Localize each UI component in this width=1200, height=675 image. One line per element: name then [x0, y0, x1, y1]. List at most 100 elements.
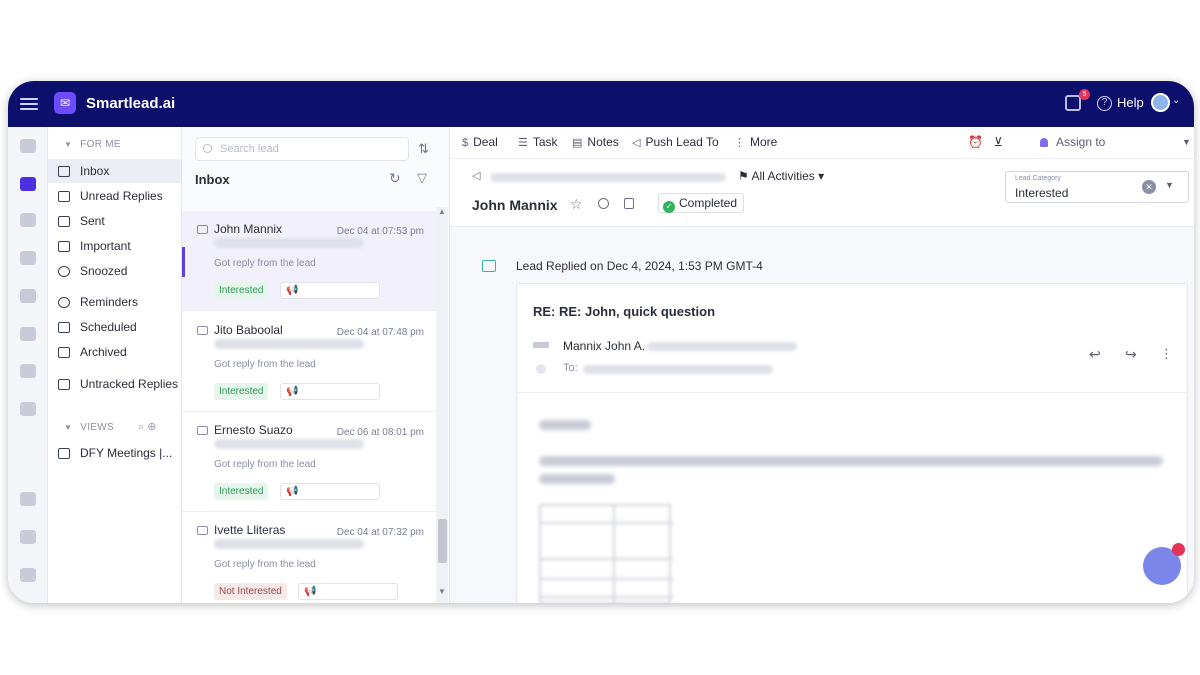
star-icon[interactable]: ☆ [570, 196, 583, 213]
database-icon[interactable] [20, 402, 36, 416]
sidebar-item-inbox[interactable]: Inbox [48, 159, 181, 183]
sort-icon[interactable]: ⇅ [418, 141, 429, 157]
info-icon[interactable] [598, 198, 609, 209]
more-vertical-icon[interactable]: ⋮ [1160, 346, 1173, 362]
gift-icon[interactable] [1065, 95, 1081, 111]
task-icon: ☰ [518, 137, 528, 149]
forward-icon[interactable]: ↪ [1125, 346, 1137, 363]
lead-date: Dec 04 at 07:32 pm [336, 527, 424, 538]
scroll-up-icon[interactable]: ▲ [438, 207, 446, 216]
inbox-icon [58, 165, 70, 177]
lead-item[interactable]: Ernesto Suazo Dec 06 at 08:01 pm Got rep… [182, 412, 436, 512]
snooze-alarm-icon[interactable]: ⏰ [968, 135, 983, 149]
sidebar-item-important[interactable]: Important [48, 234, 181, 258]
campaign-icon[interactable] [20, 139, 36, 153]
inbox-nav-icon[interactable] [20, 177, 36, 191]
crm-icon[interactable] [20, 213, 36, 227]
more-button[interactable]: ⋮ More [734, 135, 777, 149]
view-icon [58, 447, 70, 459]
envelope-icon [197, 526, 208, 535]
task-button[interactable]: ☰ Task [518, 135, 558, 149]
activity-event: Lead Replied on Dec 4, 2024, 1:53 PM GMT… [516, 259, 763, 273]
bolt-icon[interactable] [20, 327, 36, 341]
unread-icon [58, 190, 70, 202]
lead-item[interactable]: Jito Baboolal Dec 04 at 07:48 pm Got rep… [182, 312, 436, 412]
sidebar-item-scheduled[interactable]: Scheduled [48, 315, 181, 339]
deal-button[interactable]: $ Deal [462, 135, 498, 149]
lead-snippet: Got reply from the lead [214, 258, 316, 269]
megaphone-icon: 📢 [286, 285, 299, 296]
lead-item[interactable]: John Mannix Dec 04 at 07:53 pm Got reply… [182, 211, 436, 311]
email-card: RE: RE: John, quick question Mannix John… [516, 283, 1188, 603]
envelope-icon [197, 326, 208, 335]
scroll-down-icon[interactable]: ▼ [438, 587, 446, 596]
sidebar-item-archived[interactable]: Archived [48, 340, 181, 364]
lead-category-select[interactable]: Lead Category Interested ✕ ▼ [1005, 171, 1189, 203]
sidebar-item-untracked-replies[interactable]: Untracked Replies [48, 372, 181, 396]
sidebar-item-sent[interactable]: Sent [48, 209, 181, 233]
chat-notification-badge [1172, 543, 1185, 556]
scheduled-icon [58, 321, 70, 333]
clock-icon [58, 265, 70, 277]
add-icon[interactable]: ⊕ [147, 421, 156, 433]
lead-title: John Mannix [472, 197, 558, 213]
flag-icon: ⚑ [738, 169, 752, 183]
lead-list-panel: Search lead ⇅ Inbox ↻ ▽ John Mannix Dec … [182, 127, 450, 603]
reply-icon[interactable]: ↩ [1089, 346, 1101, 363]
caret-down-icon: ▼ [64, 140, 73, 149]
push-lead-button[interactable]: ◁ Push Lead To [632, 135, 719, 149]
lead-email-redacted [214, 339, 364, 349]
campaign-select[interactable]: 📢 [298, 583, 398, 600]
activities-filter[interactable]: ⚑ All Activities ▾ [738, 169, 824, 183]
clear-icon[interactable]: ✕ [1142, 180, 1156, 194]
campaign-name-redacted [490, 173, 726, 182]
filter-icon[interactable]: ▽ [417, 170, 427, 186]
archive-tray-icon[interactable]: ⊻ [994, 135, 1003, 149]
notification-badge: 5 [1079, 89, 1090, 100]
recipient-label: To: [563, 362, 578, 374]
megaphone-icon: 📢 [286, 386, 299, 397]
icon-rail [8, 127, 48, 603]
analytics-icon[interactable] [20, 364, 36, 378]
lead-snippet: Got reply from the lead [214, 359, 316, 370]
puzzle-icon[interactable] [20, 289, 36, 303]
status-badge[interactable]: ✓ Completed [658, 193, 745, 213]
sidebar-item-snoozed[interactable]: Snoozed [48, 259, 181, 283]
chevron-down-icon[interactable]: ▼ [1182, 137, 1191, 147]
list-title: Inbox [195, 172, 230, 187]
search-icon[interactable]: ⌕ [138, 421, 144, 433]
menu-icon[interactable] [20, 95, 38, 111]
scrollbar-thumb[interactable] [438, 519, 447, 563]
campaign-select[interactable]: 📢 [280, 383, 380, 400]
view-item-dfy-meetings[interactable]: DFY Meetings |... [48, 441, 181, 465]
refresh-icon[interactable]: ↻ [389, 170, 401, 187]
help-link[interactable]: Help [1117, 95, 1144, 110]
sidebar-item-label: Reminders [80, 295, 139, 309]
chevron-down-icon[interactable]: ▼ [1165, 180, 1174, 190]
chevron-down-icon[interactable]: ⌄ [1172, 95, 1180, 106]
apps-icon[interactable] [20, 530, 36, 544]
lead-item[interactable]: Ivette Lliteras Dec 04 at 07:32 pm Got r… [182, 512, 436, 603]
bulb-icon[interactable] [20, 251, 36, 265]
assign-to-select[interactable]: Assign to [1040, 135, 1105, 149]
bank-icon[interactable] [20, 492, 36, 506]
dollar-icon: $ [462, 137, 469, 149]
help-circle-icon[interactable]: ? [1097, 96, 1112, 111]
check-circle-icon: ✓ [663, 201, 675, 213]
sidebar-item-reminders[interactable]: Reminders [48, 290, 181, 314]
docs-icon[interactable] [20, 568, 36, 582]
expand-icon[interactable] [536, 364, 546, 374]
section-header-views[interactable]: ▼ VIEWS [64, 422, 114, 433]
sidebar-item-label: Inbox [80, 164, 110, 178]
section-header-for-me[interactable]: ▼ FOR ME [64, 139, 121, 150]
copy-icon[interactable] [624, 198, 634, 209]
avatar[interactable] [1151, 93, 1170, 112]
campaign-select[interactable]: 📢 [280, 282, 380, 299]
email-body-redacted [539, 456, 1163, 466]
lead-name: Jito Baboolal [214, 323, 283, 337]
sidebar-item-unread-replies[interactable]: Unread Replies [48, 184, 181, 208]
campaign-select[interactable]: 📢 [280, 483, 380, 500]
notes-button[interactable]: ▤ Notes [572, 135, 619, 149]
caret-down-icon: ▼ [64, 423, 73, 432]
search-input[interactable]: Search lead [195, 137, 409, 161]
